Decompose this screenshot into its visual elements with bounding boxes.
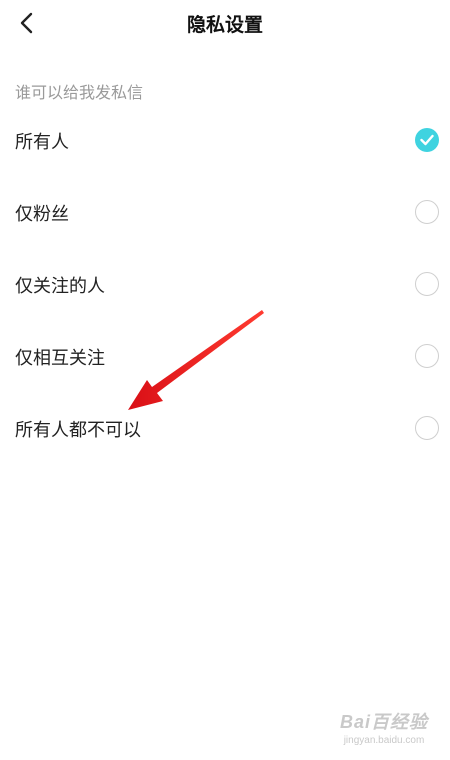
header-bar: 隐私设置	[0, 0, 450, 46]
option-label: 所有人	[15, 132, 69, 153]
watermark-url: jingyan.baidu.com	[343, 735, 425, 746]
option-label: 仅粉丝	[15, 204, 69, 225]
radio-unchecked[interactable]	[415, 344, 439, 368]
watermark-logo: Bai百经验	[339, 712, 428, 732]
option-label: 仅关注的人	[15, 276, 105, 297]
radio-checked[interactable]	[415, 128, 439, 152]
radio-unchecked[interactable]	[415, 200, 439, 224]
radio-unchecked[interactable]	[415, 416, 439, 440]
option-label: 仅相互关注	[15, 348, 105, 369]
option-label: 所有人都不可以	[15, 420, 141, 441]
checkmark-icon	[420, 134, 434, 146]
privacy-options-list: 所有人 仅粉丝 仅关注的人 仅相互关注 所有人都不可以	[0, 105, 450, 465]
option-everyone[interactable]: 所有人	[0, 105, 450, 177]
option-following-only[interactable]: 仅关注的人	[0, 249, 450, 321]
radio-unchecked[interactable]	[415, 272, 439, 296]
section-label: 谁可以给我发私信	[15, 83, 144, 102]
option-mutual-only[interactable]: 仅相互关注	[0, 321, 450, 393]
option-nobody[interactable]: 所有人都不可以	[0, 393, 450, 465]
watermark: Bai百经验 jingyan.baidu.com	[340, 708, 428, 746]
option-fans-only[interactable]: 仅粉丝	[0, 177, 450, 249]
page-title: 隐私设置	[186, 14, 263, 36]
